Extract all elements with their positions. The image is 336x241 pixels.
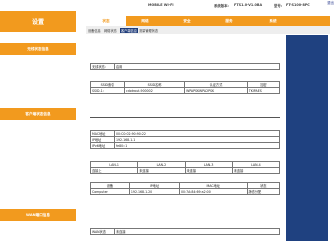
device-status: 静态分配 — [246, 188, 280, 195]
wan-table: WAN状态 未连接 — [90, 228, 280, 235]
wireless-status-table: 无线状态: 启用 — [90, 63, 280, 70]
model-label: 型号: — [274, 4, 283, 8]
lan-4-status: 未连接 — [231, 167, 281, 174]
subtab-client-info[interactable]: 客户端信息 — [120, 27, 138, 33]
logout-link[interactable]: 退出 — [327, 0, 334, 5]
client-address-table: MAC地址 00:C0:02:90:90:22 IP地址 192.168.1.1… — [90, 130, 280, 149]
subtab-network-status[interactable]: 网络状态 — [104, 28, 117, 33]
lan-table: LAN-1 LAN-2 LAN-3 LAN-4 连接上 未连接 未连接 未连接 — [89, 161, 281, 174]
tab-network[interactable]: 网络 — [130, 16, 160, 26]
ssid-table: SSID索引 SSID名称 认证方式 加密 SSID-1: cdotrout-9… — [90, 81, 281, 94]
sidebar: 设置 无线状态信息 客户端状态信息 WAN端口信息 — [0, 0, 76, 241]
subtab-device-info[interactable]: 设备信息 — [88, 28, 101, 33]
divider — [90, 117, 280, 118]
device-table: 设备 IP地址 MAC地址 状态 Computer 192.168.1.20 0… — [90, 182, 280, 195]
tab-system[interactable]: 系统 — [258, 16, 288, 26]
ssid-name: cdotrout-900002 — [123, 87, 186, 94]
main-tabbar: 状态 网络 安全 服务 系统 — [86, 16, 330, 26]
device-name: Computer — [90, 188, 130, 195]
table-row: 连接上 未连接 未连接 未连接 — [89, 167, 281, 174]
model-value: FT-S100-8PC — [286, 3, 310, 7]
tab-service[interactable]: 服务 — [214, 16, 244, 26]
subtab-traffic-status[interactable]: 流量管理状态 — [139, 28, 158, 33]
wan-status-label: WAN状态 — [90, 228, 115, 235]
tab-status[interactable]: 状态 — [86, 16, 126, 26]
ipv6-value: fe80::1 — [114, 142, 280, 149]
sidebar-client-status[interactable]: 客户端状态信息 — [0, 108, 76, 120]
lan-2-status: 未连接 — [137, 167, 186, 174]
ssid-encrypt: TKIPAES — [246, 87, 281, 94]
lan-1-status: 连接上 — [89, 167, 139, 174]
sidebar-wireless-status[interactable]: 无线状态信息 — [0, 43, 76, 55]
wan-status-value: 未连接 — [114, 228, 280, 235]
table-row: SSID-1: cdotrout-900002 WPAPSKWPA2PSK TK… — [90, 87, 281, 94]
ssid-auth: WPAPSKWPA2PSK — [184, 87, 248, 94]
brand-label: MOBILE Wi-Fi — [148, 3, 174, 7]
tab-security[interactable]: 安全 — [172, 16, 202, 26]
top-header: MOBILE Wi-Fi 系统版本: FTS1.0-V1.0BA 型号: FT-… — [86, 0, 336, 11]
table-row: Computer 192.168.1.20 00:7A:84:69:a2:00 … — [90, 188, 280, 195]
wireless-status-label: 无线状态: — [90, 63, 115, 70]
ipv6-label: IPv6地址 — [90, 142, 115, 149]
sub-tabbar: 设备信息 网络状态 客户端信息 流量管理状态 — [86, 26, 330, 34]
lan-3-status: 未连接 — [184, 167, 233, 174]
settings-title: 设置 — [0, 11, 76, 32]
sidebar-wan-info[interactable]: WAN端口信息 — [0, 209, 76, 221]
ssid-index: SSID-1: — [90, 87, 125, 94]
wireless-status-value: 启用 — [114, 63, 280, 70]
right-decor-panel — [286, 35, 328, 241]
firmware-label: 系统版本: — [214, 4, 229, 8]
device-mac: 00:7A:84:69:a2:00 — [179, 188, 248, 195]
device-ip: 192.168.1.20 — [128, 188, 181, 195]
firmware-value: FTS1.0-V1.0BA — [234, 3, 263, 7]
content-area: 无线状态: 启用 SSID索引 SSID名称 认证方式 加密 SSID-1: c… — [86, 35, 284, 241]
